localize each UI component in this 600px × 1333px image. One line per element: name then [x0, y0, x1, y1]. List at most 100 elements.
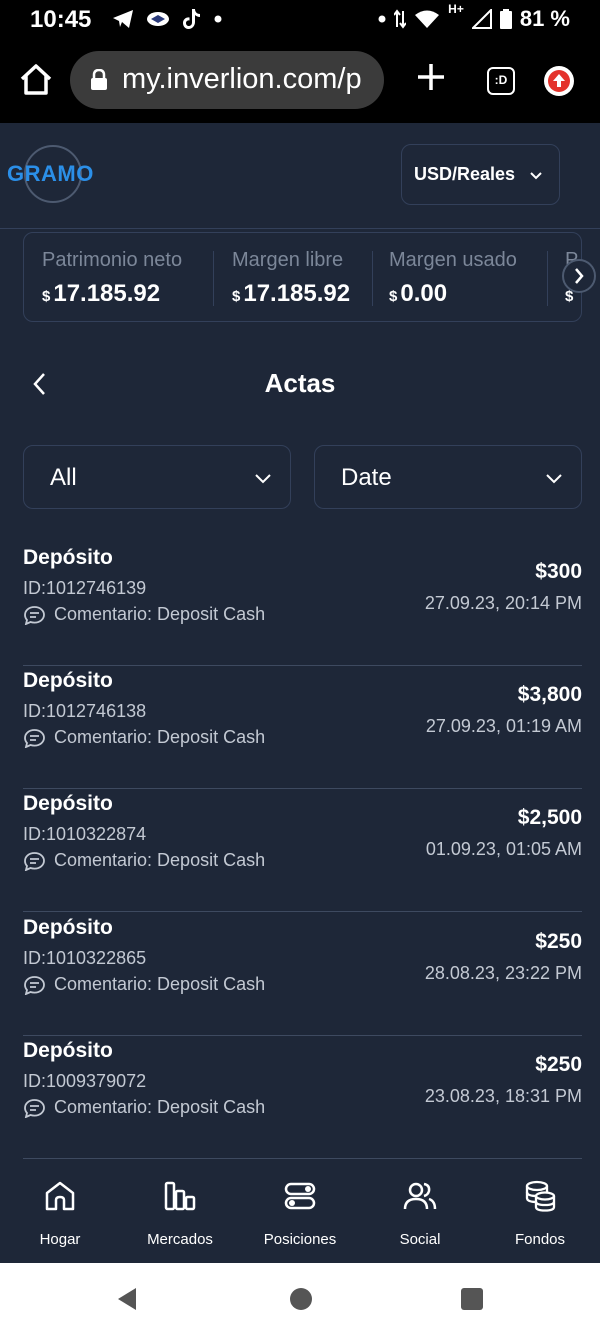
transaction-amount: $250 [535, 1053, 582, 1076]
divider [213, 251, 214, 306]
transaction-row[interactable]: Depósito ID:1012746139 Comentario: Depos… [23, 543, 582, 666]
address-bar[interactable]: my.inverlion.com/p [70, 51, 384, 109]
bar-chart-icon [164, 1181, 196, 1211]
stat-free-margin: Margen libre $17.185.92 [232, 249, 350, 308]
comment-text: Comentario: Deposit Cash [54, 727, 266, 747]
browser-home-icon[interactable] [18, 62, 54, 98]
nav-funds[interactable]: Fondos [480, 1179, 600, 1248]
divider [372, 251, 373, 306]
system-recents-icon[interactable] [461, 1288, 483, 1310]
nav-social[interactable]: Social [360, 1179, 480, 1248]
telegram-icon [113, 10, 133, 28]
notification-icons [112, 8, 222, 30]
stat-net-worth: Patrimonio neto $17.185.92 [42, 249, 182, 308]
chevron-down-icon [255, 474, 271, 484]
coins-icon [525, 1180, 556, 1212]
transaction-amount: $300 [535, 560, 582, 583]
nav-label: Hogar [39, 1231, 81, 1248]
comment-icon [24, 728, 45, 748]
stat-value: 17.185.92 [243, 280, 351, 307]
browser-menu-button[interactable] [544, 66, 574, 96]
currency-label: USD/Reales [414, 164, 516, 184]
transaction-id: ID:1010322874 [23, 824, 147, 844]
tiktok-icon [183, 9, 200, 29]
app-icon [147, 12, 169, 26]
nav-home[interactable]: Hogar [0, 1179, 120, 1248]
transaction-type: Depósito [23, 792, 113, 815]
transaction-id: ID:1010322865 [23, 948, 147, 968]
browser-toolbar: my.inverlion.com/p :D [0, 40, 600, 123]
comment-icon [24, 851, 45, 871]
transaction-comment: Comentario: Deposit Cash [23, 850, 265, 871]
stats-scroll-right-button[interactable] [562, 259, 596, 293]
divider [547, 251, 548, 306]
comment-text: Comentario: Deposit Cash [54, 974, 266, 994]
logo[interactable]: GRAMO [7, 161, 94, 187]
transaction-amount: $3,800 [517, 683, 582, 706]
transaction-id: ID:1012746139 [23, 578, 147, 598]
system-navigation-bar [0, 1263, 600, 1333]
transaction-row[interactable]: Depósito ID:1010322865 Comentario: Depos… [23, 913, 582, 1036]
url-text: my.inverlion.com/p [122, 63, 362, 95]
bottom-navigation: Hogar Mercados Posiciones Social Fondos [0, 1161, 600, 1263]
stat-currency: $ [42, 288, 51, 305]
comment-icon [24, 975, 45, 995]
nav-positions[interactable]: Posiciones [240, 1179, 360, 1248]
system-home-icon[interactable] [290, 1288, 312, 1310]
chevron-right-icon [575, 268, 584, 284]
wifi-icon [415, 10, 440, 28]
comment-text: Comentario: Deposit Cash [54, 850, 266, 870]
tab-count: :D [494, 73, 508, 87]
stat-used-margin: Margen usado $0.00 [389, 249, 517, 308]
nav-markets[interactable]: Mercados [120, 1179, 240, 1248]
status-bar: 10:45 H+ 81 % [0, 0, 600, 40]
currency-select[interactable]: USD/Reales [401, 144, 560, 205]
transaction-date: 27.09.23, 20:14 PM [424, 593, 582, 613]
tab-switcher-button[interactable]: :D [487, 67, 515, 95]
transaction-row[interactable]: Depósito ID:1009379072 Comentario: Depos… [23, 1036, 582, 1159]
chevron-down-icon [530, 172, 542, 180]
transaction-comment: Comentario: Deposit Cash [23, 974, 265, 995]
system-back-icon[interactable] [116, 1286, 138, 1312]
stat-title: Margen usado [389, 249, 517, 271]
transaction-comment: Comentario: Deposit Cash [23, 727, 265, 748]
toggles-icon [284, 1182, 316, 1210]
data-transfer-icon [394, 9, 407, 29]
stat-title: Patrimonio neto [42, 249, 183, 271]
transaction-row[interactable]: Depósito ID:1012746138 Comentario: Depos… [23, 666, 582, 789]
network-type: H+ [448, 2, 464, 16]
type-filter-select[interactable]: All [23, 445, 291, 509]
nav-label: Social [399, 1231, 441, 1248]
transaction-row[interactable]: Depósito ID:1010322874 Comentario: Depos… [23, 789, 582, 912]
nav-label: Posiciones [263, 1231, 337, 1248]
date-filter-select[interactable]: Date [314, 445, 582, 509]
battery-percentage: 81 % [519, 6, 570, 31]
type-filter-value: All [50, 464, 77, 491]
users-icon [403, 1182, 437, 1210]
stat-value: 0.00 [400, 280, 448, 307]
transaction-date: 28.08.23, 23:22 PM [424, 963, 582, 983]
dot-icon [378, 15, 386, 23]
date-filter-value: Date [341, 464, 392, 491]
lock-icon [91, 69, 107, 90]
nav-label: Mercados [147, 1231, 213, 1248]
comment-icon [24, 1098, 45, 1118]
stat-value: 17.185.92 [53, 280, 161, 307]
transaction-comment: Comentario: Deposit Cash [23, 604, 265, 625]
status-time: 10:45 [30, 6, 92, 33]
battery-icon [499, 9, 512, 29]
stat-currency: $ [232, 288, 241, 305]
update-arrow-icon [548, 70, 570, 92]
transaction-date: 27.09.23, 01:19 AM [425, 716, 582, 736]
comment-text: Comentario: Deposit Cash [54, 604, 266, 624]
transaction-id: ID:1009379072 [23, 1071, 147, 1091]
comment-icon [24, 605, 45, 625]
signal-icon [471, 9, 492, 29]
new-tab-icon[interactable] [414, 60, 448, 94]
transaction-type: Depósito [23, 546, 113, 569]
transaction-type: Depósito [23, 1039, 113, 1062]
transaction-date: 23.08.23, 18:31 PM [424, 1086, 582, 1106]
dot-icon [214, 15, 222, 23]
transaction-date: 01.09.23, 01:05 AM [425, 839, 582, 859]
transaction-type: Depósito [23, 669, 113, 692]
